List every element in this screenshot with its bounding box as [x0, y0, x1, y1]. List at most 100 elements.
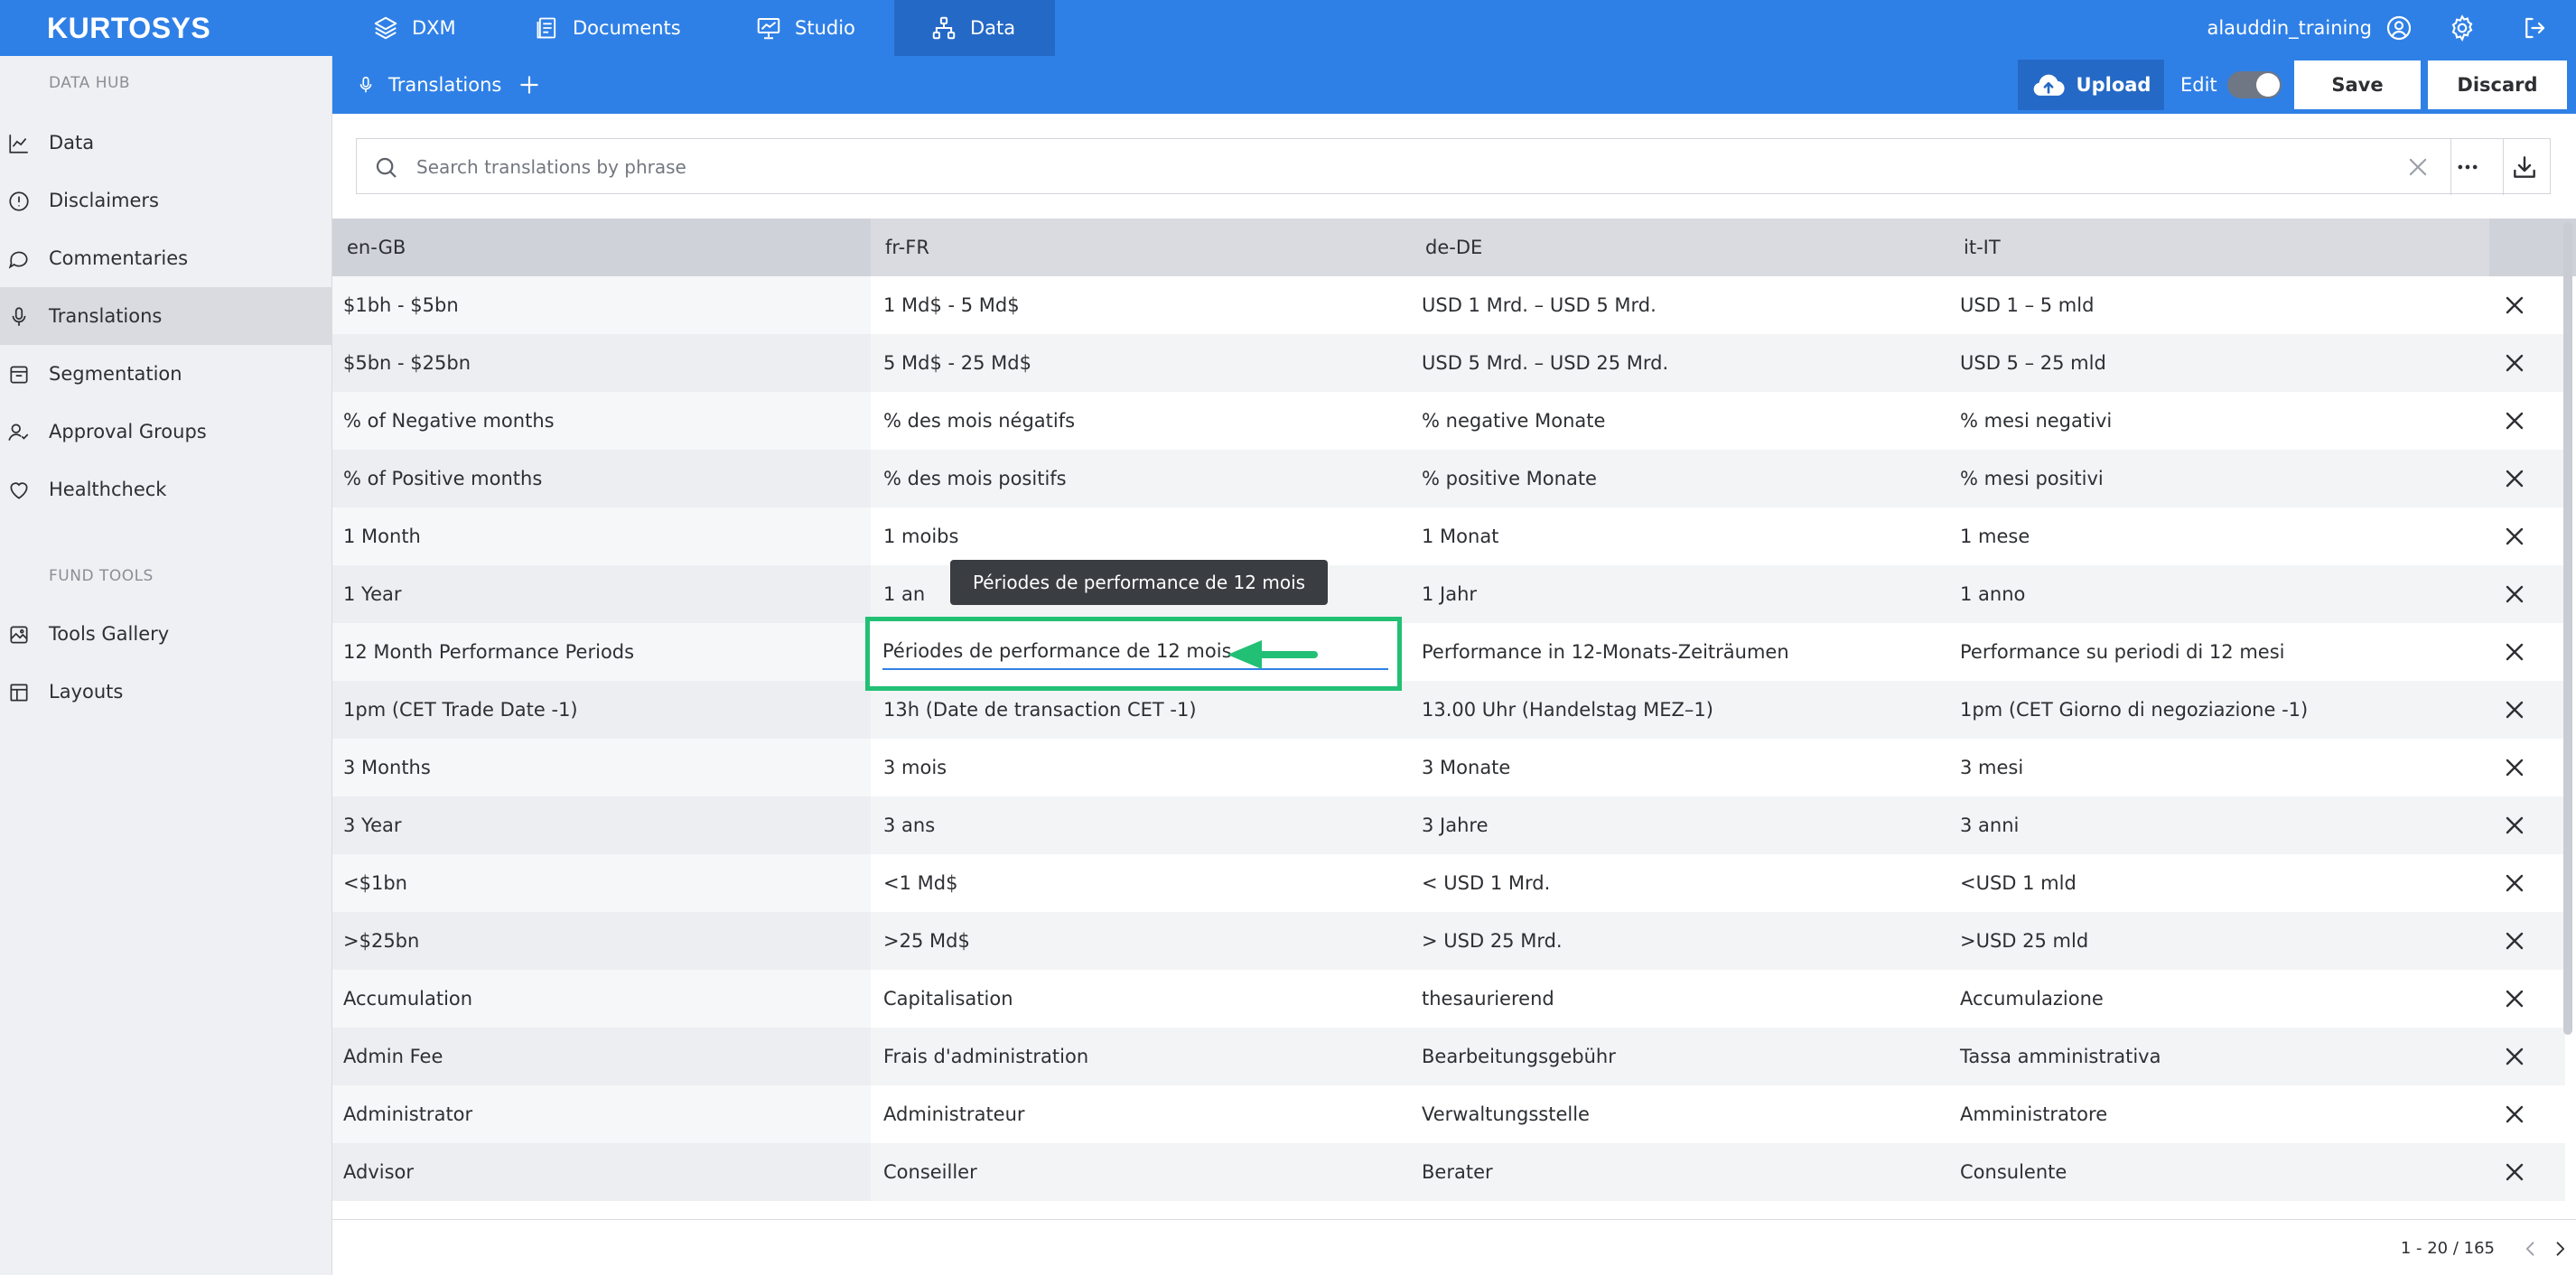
nav-tab-documents[interactable]: Documents — [499, 0, 717, 56]
username: alauddin_training — [2207, 17, 2372, 39]
cell-de-de[interactable]: 1 Monat — [1422, 507, 1498, 565]
delete-row-icon[interactable] — [2504, 526, 2525, 547]
delete-row-icon[interactable] — [2504, 699, 2525, 721]
kurtosys-logo[interactable]: KURTOSYS — [47, 9, 210, 47]
sidebar-item-data[interactable]: Data — [0, 114, 332, 172]
cell-fr-fr[interactable]: Frais d'administration — [883, 1028, 1088, 1085]
cell-fr-fr[interactable]: % des mois négatifs — [883, 392, 1075, 450]
cell-it-it[interactable]: USD 1 – 5 mld — [1960, 276, 2094, 334]
vertical-scrollbar[interactable] — [2563, 222, 2572, 1035]
cell-fr-fr[interactable]: Administrateur — [883, 1085, 1025, 1143]
cell-it-it[interactable]: 3 anni — [1960, 796, 2019, 854]
sidebar-item-commentaries[interactable]: Commentaries — [0, 229, 332, 287]
cell-de-de[interactable]: 1 Jahr — [1422, 565, 1477, 623]
delete-row-icon[interactable] — [2504, 352, 2525, 374]
delete-row-icon[interactable] — [2504, 1161, 2525, 1183]
more-options-icon[interactable] — [2454, 154, 2481, 180]
cell-it-it[interactable]: Performance su periodi di 12 mesi — [1960, 623, 2284, 681]
cell-fr-fr[interactable]: Capitalisation — [883, 970, 1013, 1028]
cell-de-de[interactable]: 3 Monate — [1422, 739, 1510, 796]
delete-row-icon[interactable] — [2504, 814, 2525, 836]
cell-it-it[interactable]: Accumulazione — [1960, 970, 2104, 1028]
delete-row-icon[interactable] — [2504, 872, 2525, 894]
cell-fr-fr[interactable]: % des mois positifs — [883, 450, 1067, 507]
cell-de-de[interactable]: < USD 1 Mrd. — [1422, 854, 1550, 912]
cell-fr-fr[interactable]: 3 mois — [883, 739, 947, 796]
cell-de-de[interactable]: % negative Monate — [1422, 392, 1605, 450]
cell-fr-fr[interactable]: 1 an — [883, 565, 925, 623]
cell-it-it[interactable]: 1 anno — [1960, 565, 2025, 623]
delete-row-icon[interactable] — [2504, 757, 2525, 778]
cell-de-de[interactable]: > USD 25 Mrd. — [1422, 912, 1563, 970]
key-column-background — [332, 565, 871, 623]
cell-fr-fr[interactable]: 1 moibs — [883, 507, 958, 565]
sidebar-item-tools-gallery[interactable]: Tools Gallery — [0, 605, 332, 663]
cell-en-gb: 3 Months — [343, 757, 431, 778]
delete-row-icon[interactable] — [2504, 988, 2525, 1010]
nav-tab-data[interactable]: Data — [894, 0, 1055, 56]
cell-de-de[interactable]: USD 5 Mrd. – USD 25 Mrd. — [1422, 334, 1668, 392]
chevron-right-icon[interactable] — [2551, 1240, 2569, 1258]
delete-row-icon[interactable] — [2504, 583, 2525, 605]
sidebar-item-approval-groups[interactable]: Approval Groups — [0, 403, 332, 461]
cell-de-de[interactable]: 13.00 Uhr (Handelstag MEZ–1) — [1422, 681, 1713, 739]
cell-fr-fr[interactable]: Conseiller — [883, 1143, 977, 1201]
clear-search-icon[interactable] — [2405, 154, 2431, 180]
cell-it-it[interactable]: 1pm (CET Giorno di negoziazione -1) — [1960, 681, 2308, 739]
cell-it-it[interactable]: <USD 1 mld — [1960, 854, 2077, 912]
delete-row-icon[interactable] — [2504, 294, 2525, 316]
cell-de-de[interactable]: USD 1 Mrd. – USD 5 Mrd. — [1422, 276, 1657, 334]
add-translation-icon[interactable] — [518, 73, 541, 97]
cell-fr-fr[interactable]: 3 ans — [883, 796, 935, 854]
cell-de-de[interactable]: Bearbeitungsgebühr — [1422, 1028, 1616, 1085]
search-input[interactable] — [416, 152, 2313, 182]
cell-fr-fr[interactable]: 1 Md$ - 5 Md$ — [883, 276, 1020, 334]
delete-row-icon[interactable] — [2504, 1046, 2525, 1067]
user-menu[interactable]: alauddin_training — [2207, 0, 2413, 56]
cell-it-it[interactable]: % mesi positivi — [1960, 450, 2104, 507]
delete-row-icon[interactable] — [2504, 410, 2525, 432]
sidebar-item-layouts[interactable]: Layouts — [0, 663, 332, 721]
save-button[interactable]: Save — [2294, 60, 2421, 109]
sidebar-item-segmentation[interactable]: Segmentation — [0, 345, 332, 403]
discard-button[interactable]: Discard — [2428, 60, 2567, 109]
sidebar-item-translations[interactable]: Translations — [0, 287, 332, 345]
logout-button[interactable] — [2516, 10, 2553, 46]
sidebar-item-disclaimers[interactable]: Disclaimers — [0, 172, 332, 229]
cell-de-de[interactable]: Verwaltungsstelle — [1422, 1085, 1590, 1143]
delete-row-icon[interactable] — [2504, 641, 2525, 663]
cell-it-it[interactable]: Amministratore — [1960, 1085, 2107, 1143]
cell-it-it[interactable]: >USD 25 mld — [1960, 912, 2088, 970]
cell-de-de[interactable]: % positive Monate — [1422, 450, 1597, 507]
upload-button[interactable]: Upload — [2018, 60, 2164, 110]
cell-de-de[interactable]: 3 Jahre — [1422, 796, 1489, 854]
nav-tab-studio[interactable]: Studio — [719, 0, 891, 56]
sidebar-item-healthcheck[interactable]: Healthcheck — [0, 461, 332, 518]
cell-de-de[interactable]: thesaurierend — [1422, 970, 1554, 1028]
cloud-upload-icon — [2033, 74, 2065, 96]
edit-toggle[interactable] — [2227, 71, 2282, 98]
cell-fr-fr[interactable]: <1 Md$ — [883, 854, 957, 912]
cell-it-it[interactable]: % mesi negativi — [1960, 392, 2112, 450]
cell-it-it[interactable]: Tassa amministrativa — [1960, 1028, 2161, 1085]
column-header-it-it[interactable]: it-IT — [1964, 219, 2001, 276]
cell-fr-fr[interactable]: 5 Md$ - 25 Md$ — [883, 334, 1031, 392]
cell-it-it[interactable]: Consulente — [1960, 1143, 2067, 1201]
cell-it-it[interactable]: 3 mesi — [1960, 739, 2023, 796]
column-header-en-gb[interactable]: en-GB — [332, 219, 871, 276]
delete-row-icon[interactable] — [2504, 930, 2525, 952]
chevron-left-icon[interactable] — [2522, 1240, 2540, 1258]
delete-row-icon[interactable] — [2504, 1103, 2525, 1125]
cell-it-it[interactable]: 1 mese — [1960, 507, 2030, 565]
column-header-fr-fr[interactable]: fr-FR — [885, 219, 929, 276]
cell-it-it[interactable]: USD 5 – 25 mld — [1960, 334, 2106, 392]
column-header-de-de[interactable]: de-DE — [1425, 219, 1482, 276]
settings-button[interactable] — [2444, 10, 2480, 46]
cell-fr-fr[interactable]: >25 Md$ — [883, 912, 970, 970]
cell-de-de[interactable]: Performance in 12-Monats-Zeiträumen — [1422, 623, 1789, 681]
delete-row-icon[interactable] — [2504, 468, 2525, 489]
cell-de-de[interactable]: Berater — [1422, 1143, 1493, 1201]
active-edit-cell[interactable] — [865, 617, 1402, 691]
download-icon[interactable] — [2510, 153, 2539, 181]
nav-tab-dxm[interactable]: DXM — [336, 0, 492, 56]
